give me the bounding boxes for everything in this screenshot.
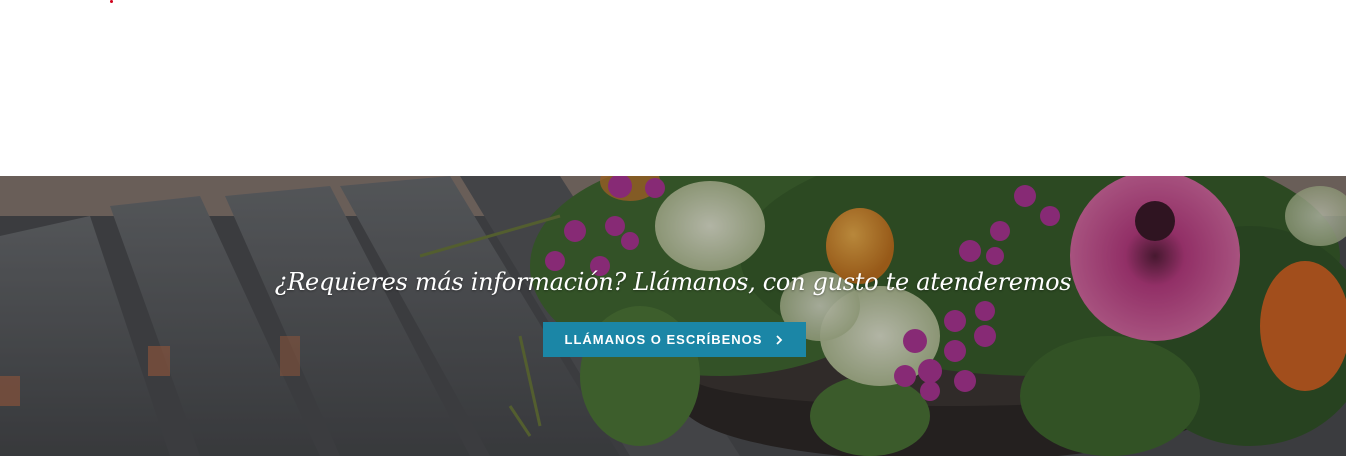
header-area bbox=[0, 0, 1346, 176]
background-dim-overlay bbox=[0, 176, 1346, 456]
chevron-right-icon bbox=[776, 334, 783, 345]
cta-heading: ¿Requieres más información? Llámanos, co… bbox=[274, 268, 1072, 296]
contact-cta-section: ¿Requieres más información? Llámanos, co… bbox=[0, 176, 1346, 456]
contact-us-button[interactable]: LLÁMANOS O ESCRÍBENOS bbox=[543, 322, 806, 357]
logo-fragment bbox=[110, 0, 113, 3]
contact-us-button-label: LLÁMANOS O ESCRÍBENOS bbox=[564, 332, 763, 347]
